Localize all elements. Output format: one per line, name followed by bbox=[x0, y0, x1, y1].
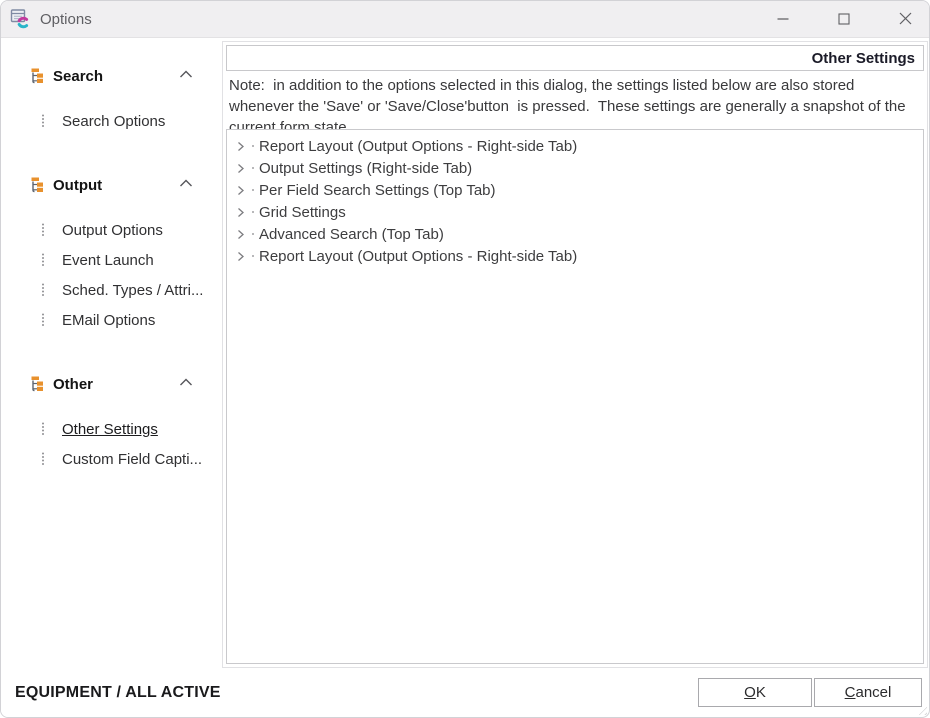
grip-dots-icon bbox=[41, 283, 45, 297]
sidebar-item-label: Event Launch bbox=[62, 252, 154, 269]
titlebar: Options bbox=[1, 1, 929, 38]
tree-item-label: Output Settings (Right-side Tab) bbox=[259, 160, 472, 177]
sidebar-header-output[interactable]: Output bbox=[1, 174, 221, 196]
sidebar-item-output-options[interactable]: Output Options bbox=[1, 219, 221, 241]
sidebar-item-custom-field-captions[interactable]: Custom Field Capti... bbox=[1, 448, 221, 470]
tree-connector-dot bbox=[252, 167, 254, 169]
chevron-right-icon[interactable] bbox=[237, 185, 245, 196]
sidebar-item-label: EMail Options bbox=[62, 312, 155, 329]
sidebar-item-other-settings[interactable]: Other Settings bbox=[1, 418, 221, 440]
sidebar-item-label: Search Options bbox=[62, 113, 165, 130]
sidebar-item-email-options[interactable]: EMail Options bbox=[1, 309, 221, 331]
cancel-button[interactable]: Cancel bbox=[814, 678, 922, 707]
maximize-button[interactable] bbox=[821, 1, 867, 36]
sidebar-header-search[interactable]: Search bbox=[1, 65, 221, 87]
chevron-up-icon[interactable] bbox=[179, 179, 193, 188]
grip-dots-icon bbox=[41, 253, 45, 267]
tree-item-label: Report Layout (Output Options - Right-si… bbox=[259, 138, 577, 155]
tree-connector-dot bbox=[252, 189, 254, 191]
grip-dots-icon bbox=[41, 313, 45, 327]
options-dialog: Options bbox=[0, 0, 930, 718]
tree-item-label: Advanced Search (Top Tab) bbox=[259, 226, 444, 243]
sidebar-section-output: Output Output Options bbox=[1, 174, 221, 339]
panel-title-box: Other Settings bbox=[226, 45, 924, 71]
tree-node-icon bbox=[29, 376, 45, 392]
sidebar-section-other: Other Other Settings bbox=[1, 373, 221, 478]
section-label: Output bbox=[53, 177, 102, 194]
sidebar-header-other[interactable]: Other bbox=[1, 373, 221, 395]
sidebar-item-label: Output Options bbox=[62, 222, 163, 239]
window-title: Options bbox=[40, 11, 92, 28]
sidebar-item-label: Sched. Types / Attri... bbox=[62, 282, 203, 299]
tree-item[interactable]: Output Settings (Right-side Tab) bbox=[227, 157, 923, 179]
maximize-icon bbox=[838, 13, 850, 25]
chevron-up-icon[interactable] bbox=[179, 70, 193, 79]
context-status-label: EQUIPMENT / ALL ACTIVE bbox=[15, 684, 221, 702]
section-label: Other bbox=[53, 376, 93, 393]
close-icon bbox=[899, 12, 912, 25]
grip-dots-icon bbox=[41, 114, 45, 128]
chevron-right-icon[interactable] bbox=[237, 141, 245, 152]
minimize-icon bbox=[777, 13, 789, 25]
tree-item-label: Per Field Search Settings (Top Tab) bbox=[259, 182, 496, 199]
tree-item[interactable]: Advanced Search (Top Tab) bbox=[227, 223, 923, 245]
tree-connector-dot bbox=[252, 255, 254, 257]
chevron-right-icon[interactable] bbox=[237, 207, 245, 218]
sidebar-item-sched-types[interactable]: Sched. Types / Attri... bbox=[1, 279, 221, 301]
grip-dots-icon bbox=[41, 422, 45, 436]
app-form-icon bbox=[10, 8, 32, 30]
settings-panel: Other Settings Note: in addition to the … bbox=[222, 41, 928, 668]
chevron-right-icon[interactable] bbox=[237, 251, 245, 262]
tree-item-label: Grid Settings bbox=[259, 204, 346, 221]
tree-item[interactable]: Per Field Search Settings (Top Tab) bbox=[227, 179, 923, 201]
sidebar-item-event-launch[interactable]: Event Launch bbox=[1, 249, 221, 271]
tree-connector-dot bbox=[252, 211, 254, 213]
tree-node-icon bbox=[29, 177, 45, 193]
tree-connector-dot bbox=[252, 145, 254, 147]
tree-item[interactable]: Report Layout (Output Options - Right-si… bbox=[227, 135, 923, 157]
tree-item[interactable]: Grid Settings bbox=[227, 201, 923, 223]
section-label: Search bbox=[53, 68, 103, 85]
minimize-button[interactable] bbox=[760, 1, 806, 36]
sidebar-section-search: Search Search Options bbox=[1, 65, 221, 140]
close-button[interactable] bbox=[882, 1, 928, 36]
tree-item-label: Report Layout (Output Options - Right-si… bbox=[259, 248, 577, 265]
sidebar-item-search-options[interactable]: Search Options bbox=[1, 110, 221, 132]
stored-settings-tree[interactable]: Report Layout (Output Options - Right-si… bbox=[226, 129, 924, 664]
sidebar-item-label: Custom Field Capti... bbox=[62, 451, 202, 468]
sidebar: Search Search Options bbox=[1, 38, 221, 717]
grip-dots-icon bbox=[41, 223, 45, 237]
grip-dots-icon bbox=[41, 452, 45, 466]
tree-node-icon bbox=[29, 68, 45, 84]
chevron-right-icon[interactable] bbox=[237, 163, 245, 174]
ok-button[interactable]: OK bbox=[698, 678, 812, 707]
tree-connector-dot bbox=[252, 233, 254, 235]
chevron-up-icon[interactable] bbox=[179, 378, 193, 387]
panel-title: Other Settings bbox=[812, 50, 923, 67]
chevron-right-icon[interactable] bbox=[237, 229, 245, 240]
sidebar-item-label: Other Settings bbox=[62, 421, 158, 438]
tree-item[interactable]: Report Layout (Output Options - Right-si… bbox=[227, 245, 923, 267]
